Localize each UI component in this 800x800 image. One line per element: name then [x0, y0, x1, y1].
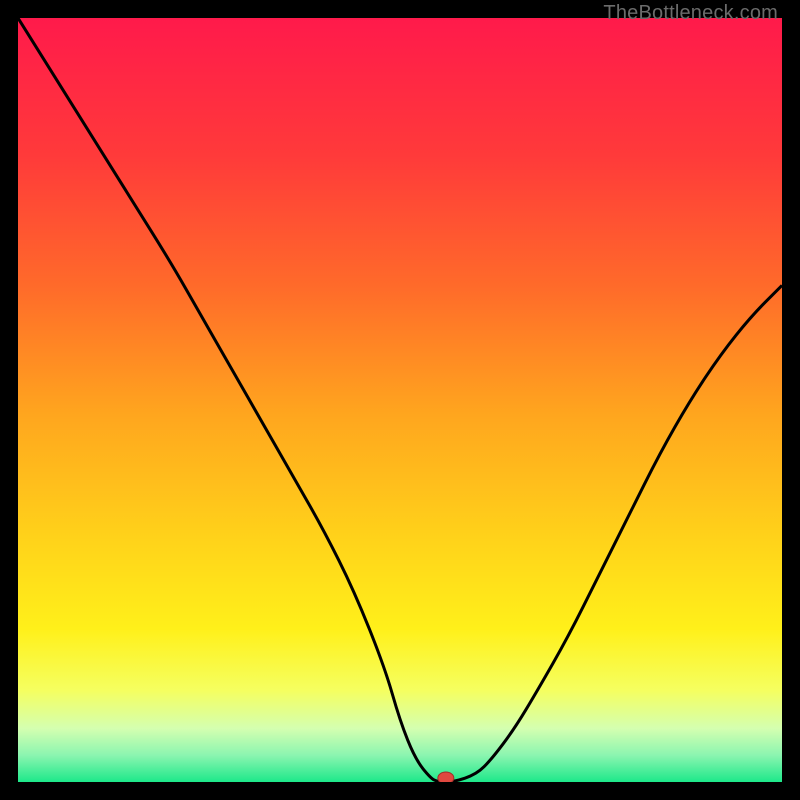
chart-background [18, 18, 782, 782]
bottleneck-chart [18, 18, 782, 782]
optimal-marker [438, 772, 454, 782]
watermark-text: TheBottleneck.com [603, 2, 778, 25]
